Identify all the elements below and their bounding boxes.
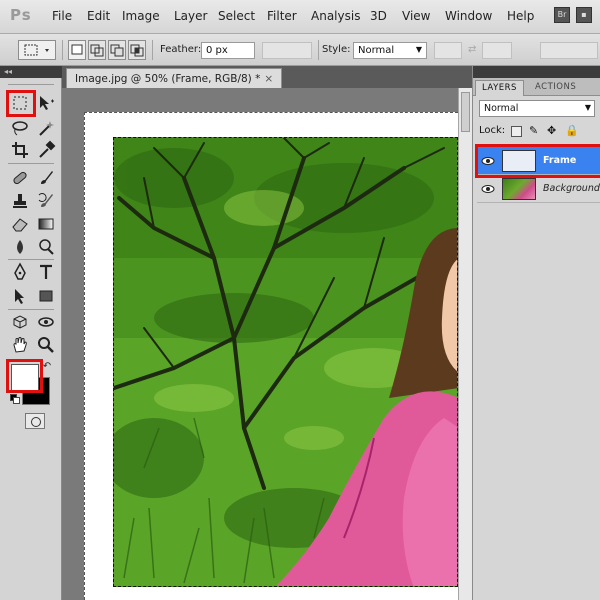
panel-grip-icon[interactable]: ◂◂ (0, 66, 62, 78)
anti-alias-checkbox[interactable] (262, 42, 312, 59)
tab-layers[interactable]: LAYERS (475, 80, 524, 96)
menu-image[interactable]: Image (122, 9, 160, 23)
window-controls: Br ▪ (554, 7, 592, 23)
history-brush-icon[interactable] (36, 191, 56, 211)
move-icon[interactable] (36, 93, 56, 113)
lock-image-icon[interactable]: ✎ (529, 124, 540, 137)
height-field[interactable] (482, 42, 512, 59)
menu-select[interactable]: Select (218, 9, 255, 23)
options-bar: Feather: 0 px Style: Normal ▼ ⇄ (0, 34, 600, 66)
rectangle-shape-icon[interactable] (36, 286, 56, 306)
spot-healing-icon[interactable] (10, 168, 30, 188)
lock-transparent-icon[interactable] (511, 126, 522, 137)
style-label: Style: (322, 44, 351, 55)
magic-wand-icon[interactable] (36, 118, 56, 138)
bridge-button[interactable]: Br (554, 7, 570, 23)
brush-icon[interactable] (36, 168, 56, 188)
zoom-icon[interactable] (36, 335, 56, 355)
swap-icon[interactable]: ⇄ (468, 44, 476, 55)
crop-icon[interactable] (10, 140, 30, 160)
document-tab-title: Image.jpg @ 50% (Frame, RGB/8) * (75, 73, 261, 85)
menu-file[interactable]: File (52, 9, 72, 23)
blend-mode-select[interactable]: Normal ▼ (479, 100, 595, 117)
lasso-icon[interactable] (10, 118, 30, 138)
marquee-highlight-box (6, 90, 36, 117)
hand-icon[interactable] (10, 335, 30, 355)
default-colors-icon-back (13, 397, 20, 404)
panel-grip[interactable] (473, 66, 600, 78)
lock-label: Lock: (479, 125, 506, 136)
3d-rotate-icon[interactable] (10, 312, 30, 332)
options-divider (318, 40, 319, 60)
options-divider (62, 40, 63, 60)
close-icon[interactable]: × (264, 73, 273, 85)
frame-layer-highlight-box (475, 144, 600, 178)
menu-analysis[interactable]: Analysis (311, 9, 360, 23)
tab-actions[interactable]: ACTIONS (529, 80, 582, 96)
options-divider (152, 40, 153, 60)
photoshop-logo: Ps (10, 6, 32, 24)
menu-filter[interactable]: Filter (267, 9, 297, 23)
layer-name: Background (543, 183, 600, 194)
menu-edit[interactable]: Edit (87, 9, 110, 23)
quick-mask-button[interactable] (25, 413, 45, 429)
tools-divider (8, 84, 54, 85)
gradient-icon[interactable] (36, 214, 56, 234)
swap-colors-icon[interactable]: ↶ (40, 360, 54, 374)
path-selection-icon[interactable] (10, 286, 30, 306)
eyedropper-icon[interactable] (36, 140, 56, 160)
photo-image (113, 137, 458, 587)
feather-label: Feather: (160, 44, 202, 55)
pen-icon[interactable] (10, 262, 30, 282)
menu-3d[interactable]: 3D (370, 9, 387, 23)
lock-position-icon[interactable]: ✥ (547, 124, 558, 137)
layer-row-background[interactable]: Background (477, 175, 600, 203)
add-to-selection-button[interactable] (88, 40, 106, 60)
style-select[interactable]: Normal ▼ (353, 42, 427, 59)
menu-help[interactable]: Help (507, 9, 534, 23)
layer-thumbnail (502, 178, 536, 200)
tools-divider (8, 163, 54, 164)
type-icon[interactable] (36, 262, 56, 282)
tools-divider (8, 309, 54, 310)
menu-window[interactable]: Window (445, 9, 492, 23)
chevron-down-icon: ▼ (415, 45, 422, 54)
lock-row: Lock: ✎ ✥ 🔒 (479, 124, 599, 141)
width-field[interactable] (434, 42, 462, 59)
3d-orbit-icon[interactable] (36, 312, 56, 332)
clone-stamp-icon[interactable] (10, 191, 30, 211)
document-tab-strip: Image.jpg @ 50% (Frame, RGB/8) * × (62, 66, 472, 88)
minibridge-button[interactable]: ▪ (576, 7, 592, 23)
refine-edge-button[interactable] (540, 42, 598, 59)
eraser-icon[interactable] (10, 214, 30, 234)
foreground-highlight-box (6, 359, 43, 393)
blend-mode-value: Normal (484, 103, 519, 114)
menu-layer[interactable]: Layer (174, 9, 207, 23)
menu-view[interactable]: View (402, 9, 430, 23)
scrollbar-thumb[interactable] (461, 92, 470, 132)
intersect-selection-button[interactable] (128, 40, 146, 60)
subtract-from-selection-button[interactable] (108, 40, 126, 60)
eye-icon[interactable] (480, 183, 496, 195)
chevron-down-icon: ▼ (584, 103, 591, 112)
vertical-scrollbar[interactable] (458, 88, 472, 600)
blur-icon[interactable] (10, 237, 30, 257)
style-select-value: Normal (358, 45, 395, 56)
tool-preset-picker[interactable] (18, 40, 56, 60)
feather-input[interactable]: 0 px (201, 42, 255, 59)
document-tab[interactable]: Image.jpg @ 50% (Frame, RGB/8) * × (66, 68, 283, 88)
menu-bar: Ps File Edit Image Layer Select Filter A… (0, 0, 600, 34)
panel-tabs: LAYERS ACTIONS (473, 78, 600, 96)
tools-divider (8, 259, 54, 260)
dodge-icon[interactable] (36, 237, 56, 257)
new-selection-button[interactable] (68, 40, 86, 60)
lock-all-icon[interactable]: 🔒 (565, 124, 579, 137)
